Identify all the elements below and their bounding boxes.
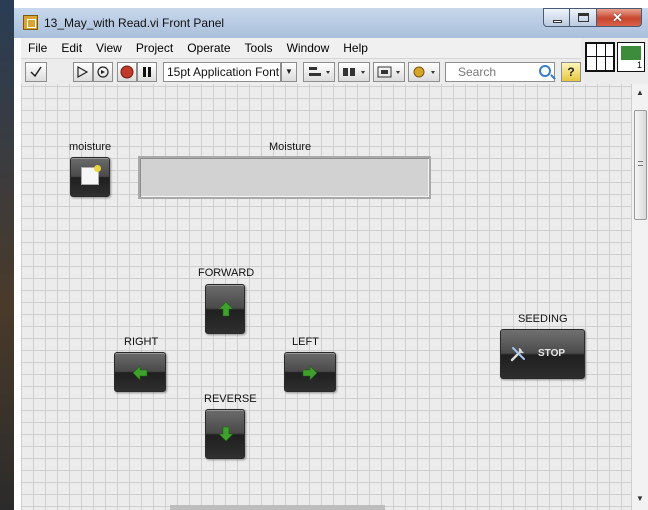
vi-front-panel-icon [23,15,38,30]
stop-label: STOP [538,348,566,359]
tools-icon [510,347,525,362]
checkmark-icon [30,66,42,78]
chevron-down-icon: ▼ [285,67,293,76]
menu-help[interactable]: Help [336,41,375,55]
distribute-objects-icon [343,68,365,76]
title-bar: 13_May_with Read.vi Front Panel ✕ [14,8,648,38]
forward-label: FORWARD [198,267,255,279]
menu-view[interactable]: View [89,41,129,55]
maximize-button[interactable] [570,8,597,27]
run-arrow-icon [77,65,89,79]
moisture-indicator [138,156,431,199]
close-icon: ✕ [612,10,623,25]
distribute-objects-button[interactable] [338,62,370,82]
arrow-up-icon [218,301,234,317]
front-panel-grid [21,84,631,510]
reorder-button[interactable] [408,62,440,82]
right-label: RIGHT [124,336,159,348]
resize-objects-icon [377,66,400,78]
menu-edit[interactable]: Edit [54,41,89,55]
menu-operate[interactable]: Operate [180,41,237,55]
menu-file[interactable]: File [21,41,54,55]
pause-button[interactable] [137,62,157,82]
search-placeholder: Search [458,65,497,79]
context-help-button[interactable]: ? [561,62,581,82]
left-label: LEFT [292,336,319,348]
menu-tools[interactable]: Tools [238,41,280,55]
right-button[interactable] [114,352,166,392]
resize-objects-button[interactable] [373,62,405,82]
scroll-grip-icon [638,161,643,166]
help-icon: ? [567,65,575,79]
forward-button[interactable] [205,284,245,334]
connector-area [581,38,648,84]
left-button[interactable] [284,352,336,392]
horizontal-scrollbar[interactable] [170,505,385,510]
window-controls: ✕ [543,8,642,28]
connector-pane-icon[interactable] [585,42,615,72]
minimize-button[interactable] [543,8,570,27]
arrow-left-icon [132,365,148,381]
run-continuously-icon [97,66,109,78]
scroll-up-icon[interactable]: ▲ [636,88,644,97]
moisture-button-label: moisture [69,141,112,153]
vertical-scrollbar[interactable]: ▲ ▼ [631,84,648,510]
reverse-label: REVERSE [204,393,257,405]
toolbar: 15pt Application Font ▼ Search ? [21,58,587,84]
scroll-thumb[interactable] [634,110,647,220]
align-objects-icon [309,67,330,76]
moisture-indicator-label: Moisture [269,141,312,153]
scroll-down-icon[interactable]: ▼ [636,494,644,503]
close-button[interactable]: ✕ [597,8,642,27]
edit-mode-button[interactable] [25,62,47,82]
abort-button[interactable] [117,62,137,82]
seeding-stop-button[interactable]: STOP [500,329,585,379]
window-title: 13_May_with Read.vi Front Panel [44,16,225,30]
font-select[interactable]: 15pt Application Font [163,62,281,82]
font-select-value: 15pt Application Font [167,65,280,79]
desktop-background [0,0,14,510]
vi-icon[interactable] [617,42,645,72]
search-icon[interactable] [539,65,551,77]
seeding-label: SEEDING [518,313,568,325]
search-input[interactable]: Search [445,62,555,82]
menu-project[interactable]: Project [129,41,180,55]
arrow-right-icon [302,365,318,381]
indicator-light-icon [81,165,101,185]
reorder-icon [413,66,435,78]
align-objects-button[interactable] [303,62,335,82]
minimize-icon [553,20,562,23]
arrow-down-icon [218,426,234,442]
run-button[interactable] [73,62,93,82]
reverse-button[interactable] [205,409,245,459]
run-continuously-button[interactable] [93,62,113,82]
maximize-icon [578,13,589,22]
menu-bar: File Edit View Project Operate Tools Win… [21,38,581,58]
font-select-dropdown[interactable]: ▼ [281,62,297,82]
abort-icon [120,65,134,79]
menu-window[interactable]: Window [280,41,337,55]
moisture-button[interactable] [70,157,110,197]
pause-icon [143,67,151,77]
